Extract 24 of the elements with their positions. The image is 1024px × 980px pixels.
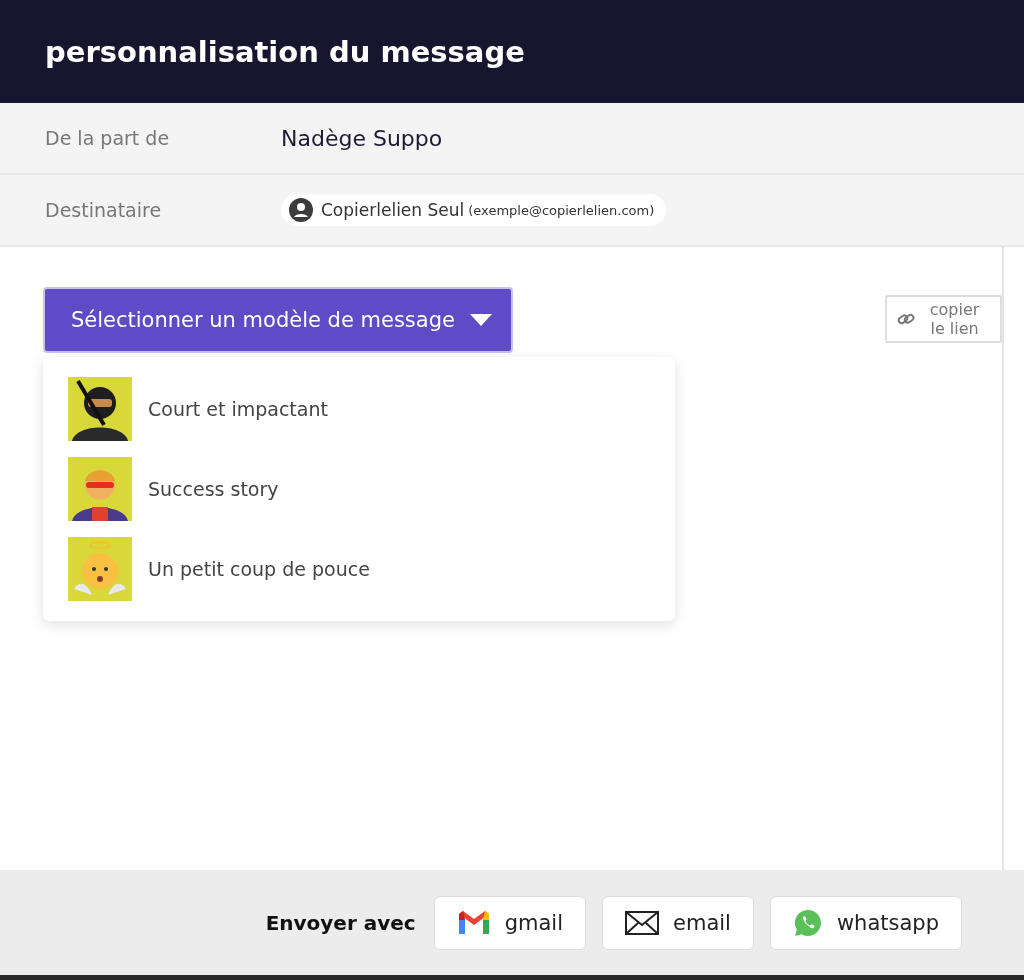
whatsapp-icon [792, 907, 823, 938]
field-label: Destinataire [45, 199, 163, 221]
recipient-chip[interactable]: Copierlelien Seul (exemple@copierlelien.com) [281, 194, 667, 226]
email-button[interactable]: email [602, 895, 754, 950]
envelope-icon [625, 910, 659, 935]
superhero-drawing [68, 457, 132, 521]
template-dropdown[interactable]: Sélectionner un modèle de message [43, 287, 513, 353]
template-item[interactable]: Success story [43, 449, 675, 529]
recipient-name: Copierlelien Seul [321, 200, 465, 220]
caret-icon [468, 313, 493, 327]
page-title: personnalisation du message [45, 34, 525, 69]
recipient-email: (exemple@copierlelien.com) [468, 202, 655, 218]
gmail-button[interactable]: gmail [433, 895, 586, 950]
gmail-icon [456, 909, 491, 936]
user-icon [289, 198, 313, 222]
field-label: De la part de [45, 127, 171, 149]
ninja-drawing [68, 377, 132, 441]
copy-link-button[interactable]: copier le lien [885, 295, 1002, 343]
angel-baby-drawing [68, 537, 132, 601]
whatsapp-button[interactable]: whatsapp [769, 895, 962, 950]
template-item[interactable]: Court et impactant [43, 369, 675, 449]
sender-name: Nadège Suppo [281, 125, 443, 151]
template-item[interactable]: Un petit coup de pouce [43, 529, 675, 609]
send-with-label: Envoyer avec [265, 910, 416, 935]
